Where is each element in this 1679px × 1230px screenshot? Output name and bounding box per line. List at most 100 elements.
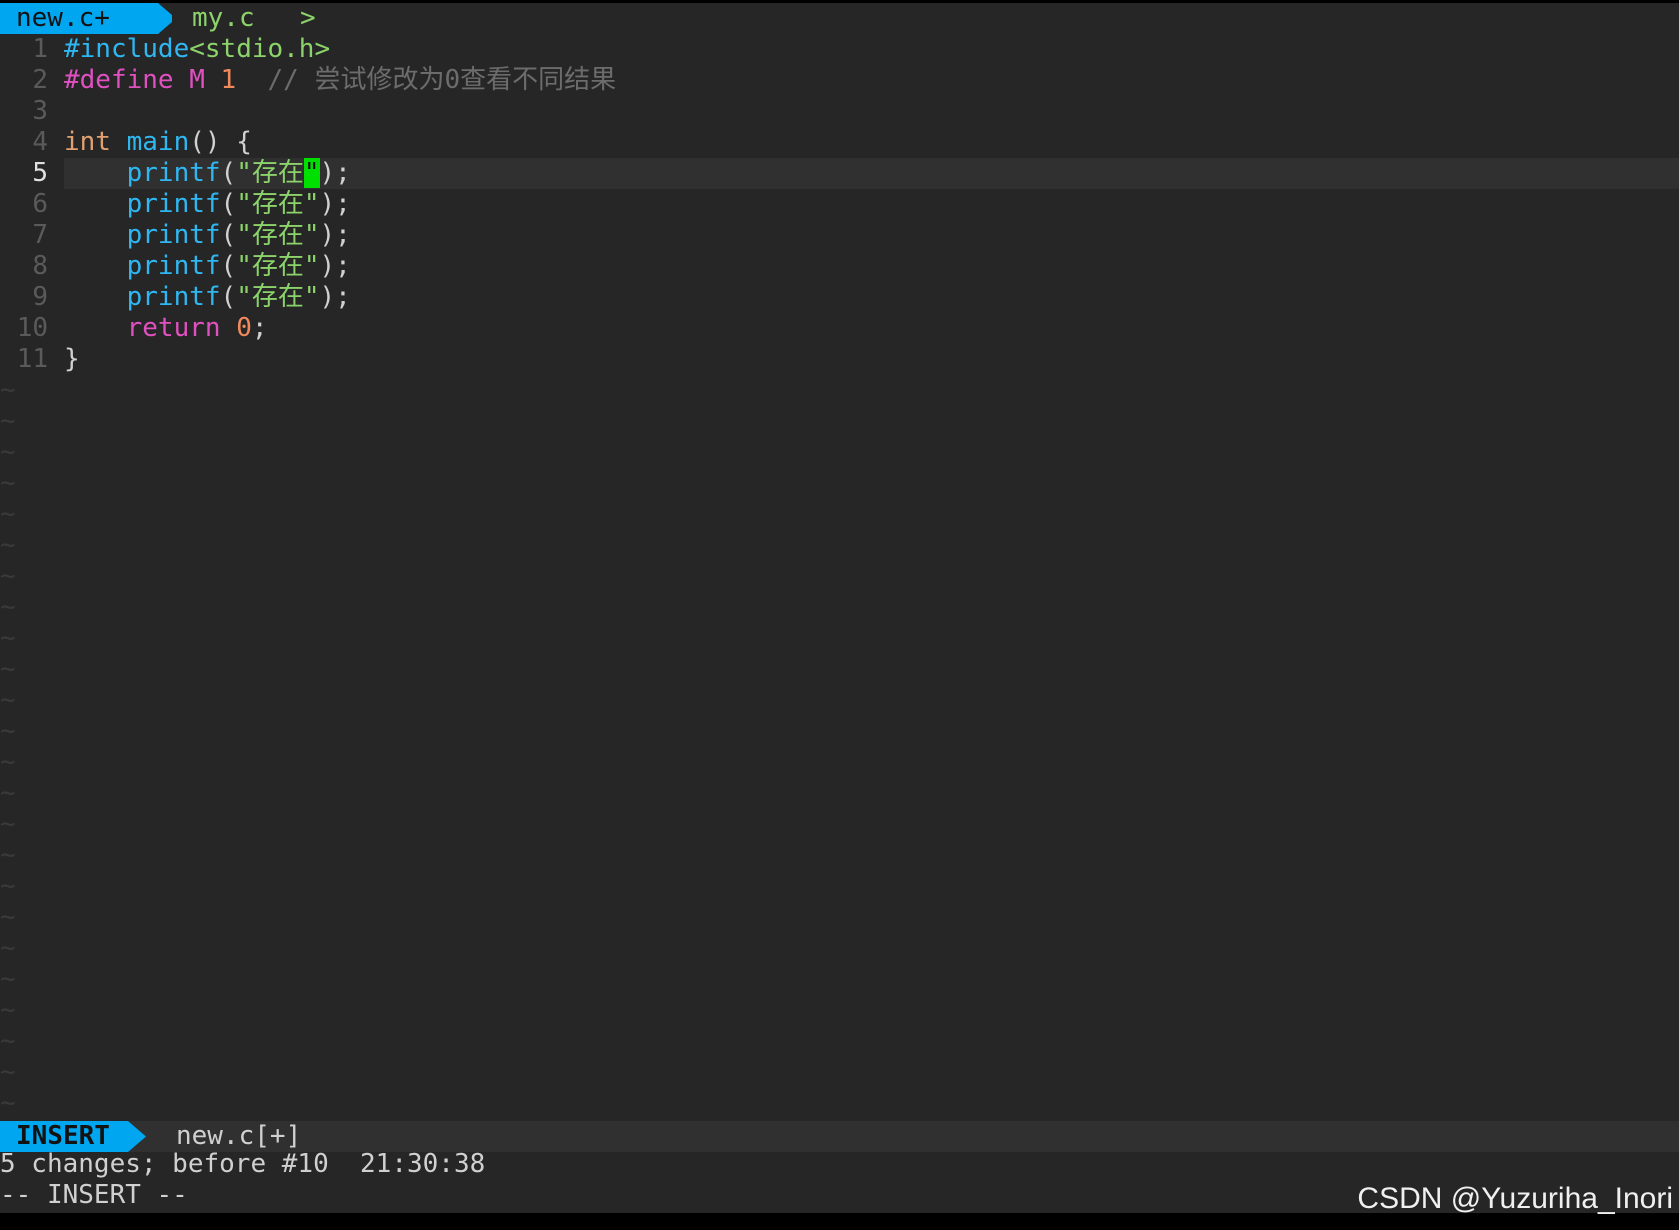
code-text: int main() {	[64, 127, 252, 157]
code-line[interactable]: 4 int main() {	[0, 127, 1679, 158]
editor-buffer[interactable]: 1 #include<stdio.h> 2 #define M 1 // 尝试修改为0…	[0, 34, 1679, 1119]
code-line[interactable]: 2 #define M 1 // 尝试修改为0查看不同结果	[0, 65, 1679, 96]
code-token: printf	[126, 282, 221, 312]
line-number: 5	[0, 158, 64, 189]
code-token: "存在"	[236, 220, 320, 250]
empty-line-marker: ~	[0, 747, 16, 777]
line-number: 11	[16, 344, 48, 374]
code-token: <stdio.h>	[189, 34, 331, 64]
empty-line-marker: ~	[0, 778, 16, 808]
tab-my-c[interactable]: my.c	[192, 3, 255, 34]
code-text: #define M 1 // 尝试修改为0查看不同结果	[64, 65, 616, 95]
code-line[interactable]: 6 printf("存在");	[0, 189, 1679, 220]
status-line: INSERT new.c[+]	[0, 1121, 1679, 1152]
code-line[interactable]: 9 printf("存在");	[0, 282, 1679, 313]
code-line[interactable]: 1 #include<stdio.h>	[0, 34, 1679, 65]
code-text: printf("存在");	[64, 220, 351, 250]
code-token: "存在	[236, 158, 304, 188]
mode-indicator: INSERT	[0, 1121, 146, 1152]
code-text: printf("存在");	[64, 282, 351, 312]
code-token: );	[319, 189, 351, 219]
tabline-separator-icon: >	[300, 3, 316, 33]
code-token: #include	[64, 34, 190, 64]
empty-line-marker: ~	[0, 592, 16, 622]
code-line[interactable]: 3	[0, 96, 1679, 127]
empty-line-marker: ~	[0, 530, 16, 560]
tab-new-c[interactable]: new.c+	[0, 3, 172, 34]
empty-line-marker: ~	[0, 1026, 16, 1056]
code-token: );	[319, 282, 351, 312]
code-token: ;	[251, 313, 268, 343]
empty-line-marker: ~	[0, 902, 16, 932]
line-number: 8	[32, 251, 48, 281]
message-undo-info: 5 changes; before #10 21:30:38	[0, 1149, 486, 1179]
empty-line-marker: ~	[0, 1088, 16, 1118]
code-token: "存在"	[236, 189, 320, 219]
code-token: (	[220, 189, 237, 219]
code-token: printf	[126, 189, 221, 219]
text-cursor: "	[303, 158, 320, 188]
code-text: printf("存在");	[64, 189, 351, 219]
status-filename: new.c[+]	[176, 1121, 302, 1151]
tabline: new.c+ my.c >	[0, 3, 1679, 34]
code-token: printf	[126, 220, 221, 250]
line-number: 2	[32, 65, 48, 95]
empty-line-marker: ~	[0, 406, 16, 436]
empty-line-marker: ~	[0, 561, 16, 591]
empty-line-marker: ~	[0, 871, 16, 901]
empty-line-marker: ~	[0, 437, 16, 467]
code-token: // 尝试修改为0查看不同结果	[236, 65, 617, 95]
empty-line-marker: ~	[0, 654, 16, 684]
code-line[interactable]: 7 printf("存在");	[0, 220, 1679, 251]
code-line[interactable]: 11}	[0, 344, 1679, 375]
empty-line-marker: ~	[0, 375, 16, 405]
watermark: CSDN @Yuzuriha_Inori	[1357, 1182, 1673, 1215]
code-token: printf	[126, 158, 221, 188]
code-text: return 0;	[64, 313, 268, 343]
code-token: );	[319, 251, 351, 281]
code-token: }	[64, 344, 80, 374]
empty-line-marker: ~	[0, 1057, 16, 1087]
code-token: M	[173, 65, 221, 95]
code-token: () {	[189, 127, 252, 157]
code-token: (	[220, 158, 237, 188]
line-number: 9	[32, 282, 48, 312]
code-token: (	[220, 282, 237, 312]
code-token: );	[319, 220, 351, 250]
code-text: printf("存在");	[64, 158, 351, 188]
code-token: (	[220, 251, 237, 281]
empty-line-marker: ~	[0, 623, 16, 653]
code-token: );	[319, 158, 351, 188]
empty-line-marker: ~	[0, 840, 16, 870]
code-token: "存在"	[236, 251, 320, 281]
line-number: 10	[16, 313, 48, 343]
code-text: #include<stdio.h>	[64, 34, 330, 64]
code-token: (	[220, 220, 237, 250]
vim-window: new.c+ my.c > 1 #include<stdio.h> 2 #define…	[0, 3, 1679, 1213]
code-token: main	[126, 127, 190, 157]
code-token: return	[126, 313, 221, 343]
empty-line-marker: ~	[0, 499, 16, 529]
line-number: 4	[32, 127, 48, 157]
code-token: int	[64, 127, 111, 157]
line-number: 6	[32, 189, 48, 219]
empty-line-marker: ~	[0, 809, 16, 839]
code-line[interactable]: 10 return 0;	[0, 313, 1679, 344]
code-line[interactable]: 5 printf("存在");	[0, 158, 1679, 189]
empty-line-marker: ~	[0, 964, 16, 994]
empty-line-marker: ~	[0, 716, 16, 746]
empty-line-marker: ~	[0, 468, 16, 498]
code-token: "存在"	[236, 282, 320, 312]
empty-line-marker: ~	[0, 995, 16, 1025]
line-number: 1	[32, 34, 48, 64]
code-line[interactable]: 8 printf("存在");	[0, 251, 1679, 282]
line-number: 7	[32, 220, 48, 250]
